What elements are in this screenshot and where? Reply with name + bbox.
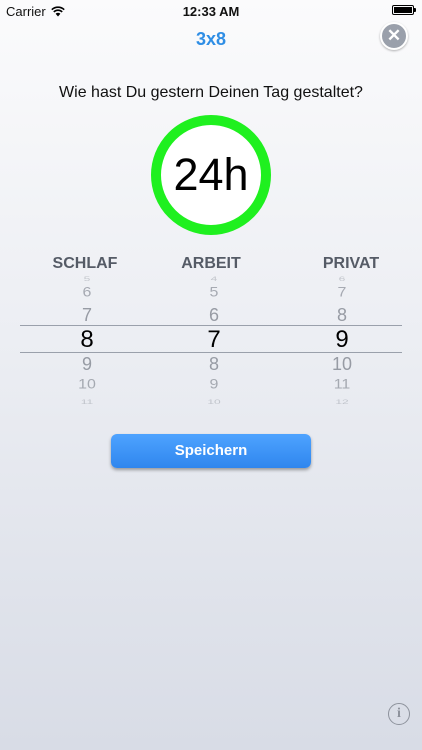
picker-value[interactable]: 6 xyxy=(282,276,402,283)
picker-value[interactable]: 6 xyxy=(154,306,274,324)
picker-value[interactable]: 7 xyxy=(282,286,402,300)
picker-value[interactable]: 10 xyxy=(282,355,402,373)
picker-value[interactable]: 5 xyxy=(27,276,147,283)
picker-value[interactable]: 10 xyxy=(27,378,147,392)
picker-value[interactable]: 5 xyxy=(154,286,274,300)
info-icon: i xyxy=(397,706,401,721)
picker-value[interactable]: 4 xyxy=(154,276,274,283)
save-button[interactable]: Speichern xyxy=(111,434,311,468)
total-hours-label: 24h xyxy=(173,149,249,200)
column-header-privat: PRIVAT xyxy=(322,255,380,272)
app-title: 3x8 xyxy=(195,29,227,49)
column-header-arbeit: ARBEIT xyxy=(181,255,241,272)
column-header-schlaf: SCHLAF xyxy=(52,255,118,272)
status-time: 12:33 AM xyxy=(182,4,240,19)
picker-value[interactable]: 7 xyxy=(27,306,147,324)
picker-selected-value[interactable]: 9 xyxy=(282,328,402,352)
close-button[interactable]: ✕ xyxy=(380,22,408,50)
picker-selected-value[interactable]: 8 xyxy=(27,328,147,352)
picker-value[interactable]: 8 xyxy=(154,355,274,373)
picker-value[interactable]: 12 xyxy=(282,399,402,406)
picker-value[interactable]: 11 xyxy=(27,399,147,406)
close-icon: ✕ xyxy=(386,26,402,45)
question-text: Wie hast Du gestern Deinen Tag gestaltet… xyxy=(59,84,363,101)
picker-value[interactable]: 10 xyxy=(154,399,274,406)
status-bar: Carrier 12:33 AM xyxy=(0,0,422,22)
battery-icon xyxy=(392,5,416,15)
picker-value[interactable]: 9 xyxy=(154,378,274,392)
picker-value[interactable]: 6 xyxy=(27,286,147,300)
picker-selected-value[interactable]: 7 xyxy=(154,328,274,352)
picker-value[interactable]: 9 xyxy=(27,355,147,373)
hours-ring: 24h xyxy=(151,115,271,235)
picker-value[interactable]: 8 xyxy=(282,306,402,324)
picker-value[interactable]: 11 xyxy=(282,378,402,392)
info-button[interactable]: i xyxy=(388,703,410,725)
